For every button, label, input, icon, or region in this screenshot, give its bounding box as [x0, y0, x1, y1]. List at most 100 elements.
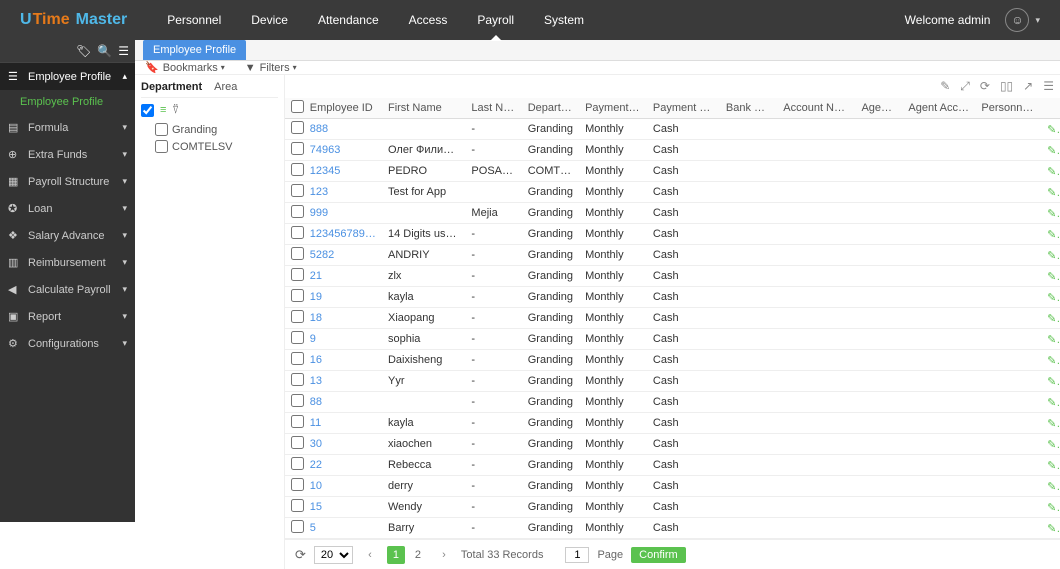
table-row[interactable]: 888-GrandingMonthlyCash✎: [285, 119, 1060, 140]
cell-employee-id[interactable]: 5282: [304, 245, 382, 266]
dept-checkbox[interactable]: [155, 140, 168, 153]
sidebar-item-configurations[interactable]: ⚙Configurations▾: [0, 330, 135, 357]
row-checkbox[interactable]: [291, 289, 304, 302]
cell-employee-id[interactable]: 88: [304, 392, 382, 413]
select-all-checkbox[interactable]: [291, 100, 304, 113]
row-checkbox[interactable]: [291, 457, 304, 470]
col-first-name[interactable]: First Name: [382, 98, 465, 119]
table-row[interactable]: 5Barry-GrandingMonthlyCash✎: [285, 518, 1060, 539]
row-edit-icon[interactable]: ✎: [1041, 119, 1060, 140]
user-avatar-icon[interactable]: ☺: [1005, 8, 1029, 32]
dept-node-granding[interactable]: Granding: [141, 121, 278, 138]
col-department[interactable]: Department: [522, 98, 579, 119]
row-checkbox[interactable]: [291, 331, 304, 344]
row-edit-icon[interactable]: ✎: [1041, 245, 1060, 266]
dept-tab-department[interactable]: Department: [141, 81, 202, 93]
tag-icon[interactable]: 🏷: [76, 44, 91, 58]
next-page-button[interactable]: ›: [435, 546, 453, 564]
row-edit-icon[interactable]: ✎: [1041, 329, 1060, 350]
refresh-icon[interactable]: ⟳: [295, 547, 306, 563]
cell-employee-id[interactable]: 18: [304, 308, 382, 329]
row-checkbox[interactable]: [291, 226, 304, 239]
row-edit-icon[interactable]: ✎: [1041, 287, 1060, 308]
cell-employee-id[interactable]: 16: [304, 350, 382, 371]
row-edit-icon[interactable]: ✎: [1041, 476, 1060, 497]
nav-access[interactable]: Access: [394, 0, 463, 40]
cell-employee-id[interactable]: 30: [304, 434, 382, 455]
sidebar-item-report[interactable]: ▣Report▾: [0, 303, 135, 330]
table-row[interactable]: 13Yyr-GrandingMonthlyCash✎: [285, 371, 1060, 392]
table-row[interactable]: 5282ANDRIY-GrandingMonthlyCash✎: [285, 245, 1060, 266]
columns-icon[interactable]: ▯▯: [1000, 79, 1013, 94]
cell-employee-id[interactable]: 888: [304, 119, 382, 140]
col-personnel-id[interactable]: Personnel ID: [975, 98, 1041, 119]
row-checkbox[interactable]: [291, 436, 304, 449]
table-row[interactable]: 88-GrandingMonthlyCash✎: [285, 392, 1060, 413]
table-row[interactable]: 123Test for AppGrandingMonthlyCash✎: [285, 182, 1060, 203]
cell-employee-id[interactable]: 11: [304, 413, 382, 434]
nav-system[interactable]: System: [529, 0, 599, 40]
row-checkbox[interactable]: [291, 310, 304, 323]
table-row[interactable]: 12345PEDROPOSADACOMTELSVMonthlyCash✎: [285, 161, 1060, 182]
row-checkbox[interactable]: [291, 121, 304, 134]
collapse-icon[interactable]: ☰: [118, 44, 129, 58]
row-checkbox[interactable]: [291, 142, 304, 155]
cell-employee-id[interactable]: 74963: [304, 140, 382, 161]
dept-tab-area[interactable]: Area: [214, 81, 237, 93]
row-checkbox[interactable]: [291, 268, 304, 281]
row-checkbox[interactable]: [291, 205, 304, 218]
row-edit-icon[interactable]: ✎: [1041, 518, 1060, 539]
list-view-icon[interactable]: ≡: [160, 104, 166, 117]
row-edit-icon[interactable]: ✎: [1041, 203, 1060, 224]
row-edit-icon[interactable]: ✎: [1041, 224, 1060, 245]
cell-employee-id[interactable]: 123: [304, 182, 382, 203]
row-checkbox[interactable]: [291, 394, 304, 407]
table-row[interactable]: 10derry-GrandingMonthlyCash✎: [285, 476, 1060, 497]
nav-payroll[interactable]: Payroll: [462, 0, 529, 40]
settings-icon[interactable]: ☰: [1043, 79, 1054, 94]
row-checkbox[interactable]: [291, 415, 304, 428]
cell-employee-id[interactable]: 999: [304, 203, 382, 224]
row-edit-icon[interactable]: ✎: [1041, 161, 1060, 182]
table-row[interactable]: 22Rebecca-GrandingMonthlyCash✎: [285, 455, 1060, 476]
page-2[interactable]: 2: [409, 546, 427, 564]
table-row[interactable]: 74963Олег Филимонов-GrandingMonthlyCash✎: [285, 140, 1060, 161]
row-checkbox[interactable]: [291, 184, 304, 197]
cell-employee-id[interactable]: 13: [304, 371, 382, 392]
sidebar-item-calculate-payroll[interactable]: ◀Calculate Payroll▾: [0, 276, 135, 303]
cell-employee-id[interactable]: 19: [304, 287, 382, 308]
dept-node-comtelsv[interactable]: COMTELSV: [141, 138, 278, 155]
sidebar-item-formula[interactable]: ▤Formula▾: [0, 114, 135, 141]
table-row[interactable]: 18Xiaopang-GrandingMonthlyCash✎: [285, 308, 1060, 329]
row-edit-icon[interactable]: ✎: [1041, 392, 1060, 413]
row-edit-icon[interactable]: ✎: [1041, 455, 1060, 476]
row-checkbox[interactable]: [291, 247, 304, 260]
user-menu-caret-icon[interactable]: ▾: [1035, 15, 1040, 26]
tree-view-icon[interactable]: ⍢: [172, 104, 179, 117]
row-edit-icon[interactable]: ✎: [1041, 350, 1060, 371]
sidebar-sub-employee-profile[interactable]: Employee Profile: [0, 90, 135, 114]
col-agent-account[interactable]: Agent Account: [902, 98, 975, 119]
row-edit-icon[interactable]: ✎: [1041, 434, 1060, 455]
col-agent-id[interactable]: Agent ID: [855, 98, 902, 119]
sidebar-item-salary-advance[interactable]: ❖Salary Advance▾: [0, 222, 135, 249]
bookmarks-button[interactable]: 🔖 Bookmarks ▾: [145, 61, 225, 74]
col-employee-id[interactable]: Employee ID: [304, 98, 382, 119]
filters-button[interactable]: ▼ Filters ▾: [245, 62, 297, 74]
sidebar-item-employee-profile[interactable]: ☰Employee Profile▴: [0, 63, 135, 90]
sidebar-item-loan[interactable]: ✪Loan▾: [0, 195, 135, 222]
dept-root-checkbox[interactable]: [141, 104, 154, 117]
table-row[interactable]: 16Daixisheng-GrandingMonthlyCash✎: [285, 350, 1060, 371]
prev-page-button[interactable]: ‹: [361, 546, 379, 564]
table-row[interactable]: 1234567890123414 Digits user ID-Granding…: [285, 224, 1060, 245]
cell-employee-id[interactable]: 21: [304, 266, 382, 287]
export-icon[interactable]: ↗: [1023, 79, 1033, 94]
col-payment-mode[interactable]: Payment Mode: [647, 98, 720, 119]
cell-employee-id[interactable]: 9: [304, 329, 382, 350]
col-bank-name[interactable]: Bank Name: [720, 98, 777, 119]
nav-device[interactable]: Device: [236, 0, 303, 40]
table-row[interactable]: 15Wendy-GrandingMonthlyCash✎: [285, 497, 1060, 518]
tab-employee-profile[interactable]: Employee Profile: [143, 40, 246, 60]
row-checkbox[interactable]: [291, 373, 304, 386]
table-row[interactable]: 30xiaochen-GrandingMonthlyCash✎: [285, 434, 1060, 455]
